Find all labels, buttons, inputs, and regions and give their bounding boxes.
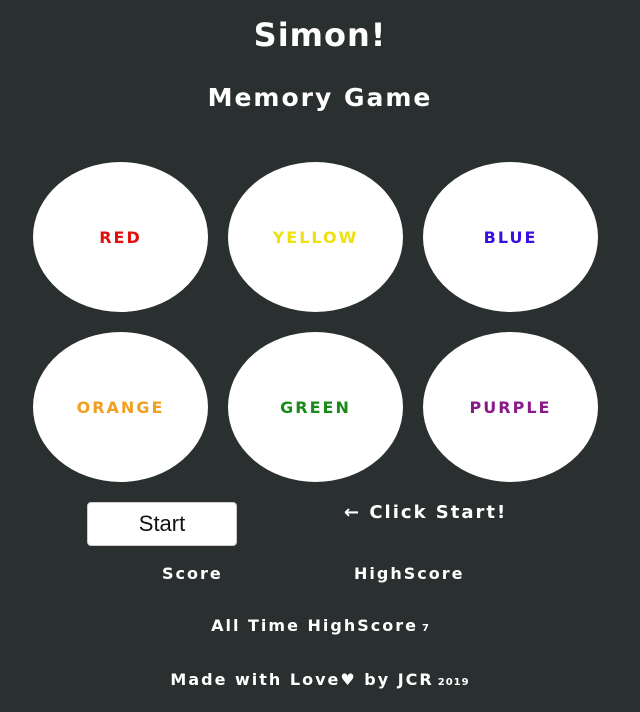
footer-year: 2019 <box>437 677 470 688</box>
score-label: Score <box>162 564 223 583</box>
footer-credit: Made with Love♥ by JCR 2019 <box>0 670 640 689</box>
blue-pad[interactable]: BLUE <box>423 162 598 312</box>
footer-text: Made with Love♥ by JCR <box>170 670 434 689</box>
all-time-highscore-label: All Time HighScore <box>211 616 418 635</box>
red-pad-label: RED <box>99 227 142 247</box>
all-time-highscore: All Time HighScore 7 <box>0 616 640 635</box>
game-subtitle: Memory Game <box>207 83 433 112</box>
red-pad[interactable]: RED <box>33 162 208 312</box>
all-time-highscore-value: 7 <box>421 623 429 634</box>
start-hint: ← Click Start! <box>344 502 508 523</box>
purple-pad[interactable]: PURPLE <box>423 332 598 482</box>
color-pad-board: RED YELLOW BLUE ORANGE GREEN PURPLE <box>33 162 599 482</box>
orange-pad[interactable]: ORANGE <box>33 332 208 482</box>
purple-pad-label: PURPLE <box>469 397 552 417</box>
blue-pad-label: BLUE <box>483 227 538 247</box>
start-button[interactable]: Start <box>87 502 237 546</box>
orange-pad-label: ORANGE <box>76 397 165 417</box>
green-pad[interactable]: GREEN <box>228 332 403 482</box>
yellow-pad[interactable]: YELLOW <box>228 162 403 312</box>
game-title: Simon! <box>253 16 387 54</box>
green-pad-label: GREEN <box>280 397 351 417</box>
highscore-label: HighScore <box>354 564 465 583</box>
yellow-pad-label: YELLOW <box>272 227 359 247</box>
